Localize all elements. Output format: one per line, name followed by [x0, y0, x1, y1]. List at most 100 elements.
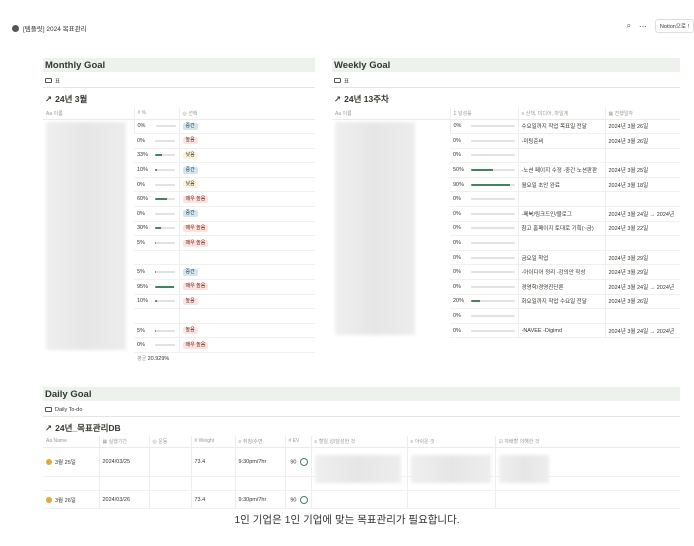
monthly-select-cell[interactable]: 높음 — [178, 323, 315, 339]
monthly-view-tab[interactable]: 표 — [43, 76, 315, 85]
monthly-select-cell[interactable]: 매우 높음 — [178, 337, 315, 353]
weekly-col-date[interactable]: ▦ 진행일자 — [604, 108, 680, 120]
weekly-note-cell[interactable]: -페북/링크드인/블로그 — [517, 206, 605, 222]
monthly-name-cell[interactable] — [43, 119, 134, 353]
daily-exercise-cell[interactable] — [148, 447, 191, 477]
more-icon[interactable]: ⋯ — [639, 22, 647, 31]
weekly-note-cell[interactable]: 금요일 착업 — [517, 250, 605, 266]
daily-col-reflection[interactable]: ☑ 자배할 의해한 것 — [494, 436, 680, 448]
weekly-note-cell[interactable] — [517, 308, 605, 324]
weekly-progress-cell[interactable]: 0% — [450, 133, 518, 149]
daily-ev-cell[interactable]: 90 — [284, 447, 311, 477]
daily-done-cell[interactable] — [310, 490, 407, 510]
daily-col-done[interactable]: ≡ 할일 성/달성한 것 — [310, 436, 407, 448]
daily-reflection-cell[interactable] — [494, 447, 680, 483]
weekly-note-cell[interactable]: -아이디어 정리 -강의안 작성 — [517, 264, 605, 281]
monthly-select-cell[interactable]: 중간 — [178, 162, 315, 178]
table-row[interactable]: 3월 25일 2024/03/25 73.4 9:30pm/7hr 90 — [43, 447, 680, 483]
weekly-progress-cell[interactable]: 0% — [450, 323, 518, 339]
monthly-percent-cell[interactable]: 0% — [134, 133, 179, 149]
monthly-db-title[interactable]: ↗ 24년 3월 — [43, 93, 315, 105]
weekly-note-cell[interactable]: 월요일 초안 완료 — [517, 177, 605, 193]
monthly-percent-cell[interactable]: 10% — [134, 162, 179, 178]
weekly-progress-cell[interactable]: 0% — [450, 206, 518, 222]
weekly-date-cell[interactable] — [604, 308, 680, 324]
daily-col-ev[interactable]: # EV — [284, 436, 311, 448]
monthly-select-cell[interactable]: 매우 높음 — [178, 221, 315, 237]
daily-weight-cell[interactable]: 73.4 — [190, 490, 235, 510]
monthly-col-select[interactable]: ◎ 선택 — [178, 108, 315, 120]
weekly-date-cell[interactable]: 2024년 3월 24일 → 2024년 — [604, 279, 680, 295]
daily-col-period[interactable]: ▦ 실행기간 — [98, 436, 149, 448]
daily-ev-cell[interactable]: 90 — [284, 490, 311, 510]
monthly-percent-cell[interactable]: 33% — [134, 148, 179, 164]
weekly-progress-cell[interactable]: 0% — [450, 250, 518, 266]
daily-col-regret[interactable]: ≡ 아쉬운 것 — [406, 436, 495, 448]
weekly-col-note[interactable]: ≡ 산책, 미디어, 마일게 — [517, 108, 605, 120]
weekly-note-cell[interactable] — [517, 191, 605, 208]
weekly-progress-cell[interactable]: 0% — [450, 235, 518, 251]
weekly-note-cell[interactable]: 수요일까지 작업 목표일 전달 — [517, 119, 605, 135]
search-icon[interactable]: ⌕ — [626, 21, 630, 31]
daily-col-weight[interactable]: # Weight — [190, 436, 235, 448]
weekly-note-cell[interactable]: 화요일까지 작업 수요일 전달 — [517, 294, 605, 310]
daily-db-title[interactable]: ↗ 24년_목표관리DB — [43, 422, 680, 434]
monthly-percent-cell[interactable]: 0% — [134, 206, 179, 222]
weekly-date-cell[interactable] — [604, 235, 680, 251]
weekly-progress-cell[interactable]: 0% — [449, 119, 518, 135]
weekly-progress-cell[interactable]: 0% — [450, 279, 518, 295]
daily-exercise-cell[interactable] — [148, 490, 191, 510]
table-row[interactable]: 0% 수요일까지 작업 목표일 전달 2024년 3월 26일 — [332, 119, 680, 336]
daily-view-tab[interactable]: Daily To-do — [43, 405, 680, 414]
monthly-percent-cell[interactable]: 5% — [134, 323, 179, 339]
daily-done-cell[interactable] — [310, 447, 407, 483]
weekly-date-cell[interactable]: 2024년 3월 29일 — [604, 250, 680, 266]
monthly-col-percent[interactable]: # % — [133, 108, 179, 120]
monthly-select-cell[interactable]: 높음 — [178, 133, 315, 149]
monthly-percent-cell[interactable]: 5% — [134, 235, 179, 251]
table-row[interactable]: 3월 26일 2024/03/26 73.4 9:30pm/7hr 90 — [43, 490, 680, 510]
monthly-percent-cell[interactable]: 30% — [134, 221, 179, 237]
share-button[interactable]: Notion으로 ! — [654, 19, 694, 33]
weekly-progress-cell[interactable]: 0% — [450, 308, 518, 324]
weekly-date-cell[interactable]: 2024년 3월 24일 → 2024년 — [604, 206, 680, 222]
monthly-percent-cell[interactable]: 0% — [134, 337, 179, 353]
weekly-view-tab[interactable]: 표 — [332, 76, 680, 85]
monthly-percent-cell[interactable]: 0% — [133, 119, 179, 135]
daily-sleep-cell[interactable]: 9:30pm/7hr — [234, 447, 285, 477]
daily-col-exercise[interactable]: ◎ 운동 — [148, 436, 191, 448]
weekly-col-name[interactable]: Aa 이름 — [332, 108, 450, 120]
daily-name-cell[interactable]: 3월 26일 — [43, 490, 99, 510]
weekly-note-cell[interactable] — [517, 148, 605, 164]
monthly-select-cell[interactable]: 중간 — [178, 119, 315, 135]
weekly-progress-cell[interactable]: 20% — [450, 294, 518, 310]
monthly-col-name[interactable]: Aa 이름 — [43, 108, 134, 120]
monthly-percent-cell[interactable]: 0% — [134, 177, 179, 193]
weekly-note-cell[interactable] — [517, 235, 605, 251]
breadcrumb[interactable]: [템플릿] 2024 목표관리 — [12, 23, 87, 33]
weekly-progress-cell[interactable]: 0% — [450, 191, 518, 208]
weekly-col-progress[interactable]: Σ 달성률 — [449, 108, 518, 120]
daily-sleep-cell[interactable]: 9:30pm/7hr — [234, 490, 285, 510]
weekly-name-cell[interactable] — [332, 119, 450, 338]
weekly-progress-cell[interactable]: 0% — [450, 264, 518, 281]
monthly-select-cell[interactable]: 매우 높음 — [178, 235, 315, 251]
monthly-percent-cell[interactable]: 5% — [134, 264, 179, 281]
daily-reflection-cell[interactable] — [494, 490, 680, 510]
monthly-select-cell[interactable]: 낮음 — [178, 177, 315, 193]
daily-period-cell[interactable]: 2024/03/25 — [98, 447, 149, 477]
monthly-select-cell[interactable]: 중간 — [178, 206, 315, 222]
weekly-progress-cell[interactable]: 50% — [450, 162, 518, 178]
weekly-progress-cell[interactable]: 90% — [450, 177, 518, 193]
weekly-date-cell[interactable]: 2024년 3월 22일 — [604, 221, 680, 237]
daily-name-cell[interactable]: 3월 25일 — [43, 447, 99, 477]
monthly-select-cell[interactable]: 높음 — [178, 294, 315, 310]
monthly-percent-cell[interactable] — [134, 308, 179, 324]
daily-weight-cell[interactable]: 73.4 — [190, 447, 235, 477]
weekly-date-cell[interactable]: 2024년 3월 26일 — [604, 133, 680, 149]
monthly-select-cell[interactable]: 매우 높음 — [178, 279, 315, 295]
weekly-date-cell[interactable]: 2024년 3월 18일 — [604, 177, 680, 193]
weekly-progress-cell[interactable]: 0% — [450, 148, 518, 164]
weekly-progress-cell[interactable]: 0% — [450, 221, 518, 237]
weekly-note-cell[interactable]: 경영학/경영진단론 — [517, 279, 605, 295]
